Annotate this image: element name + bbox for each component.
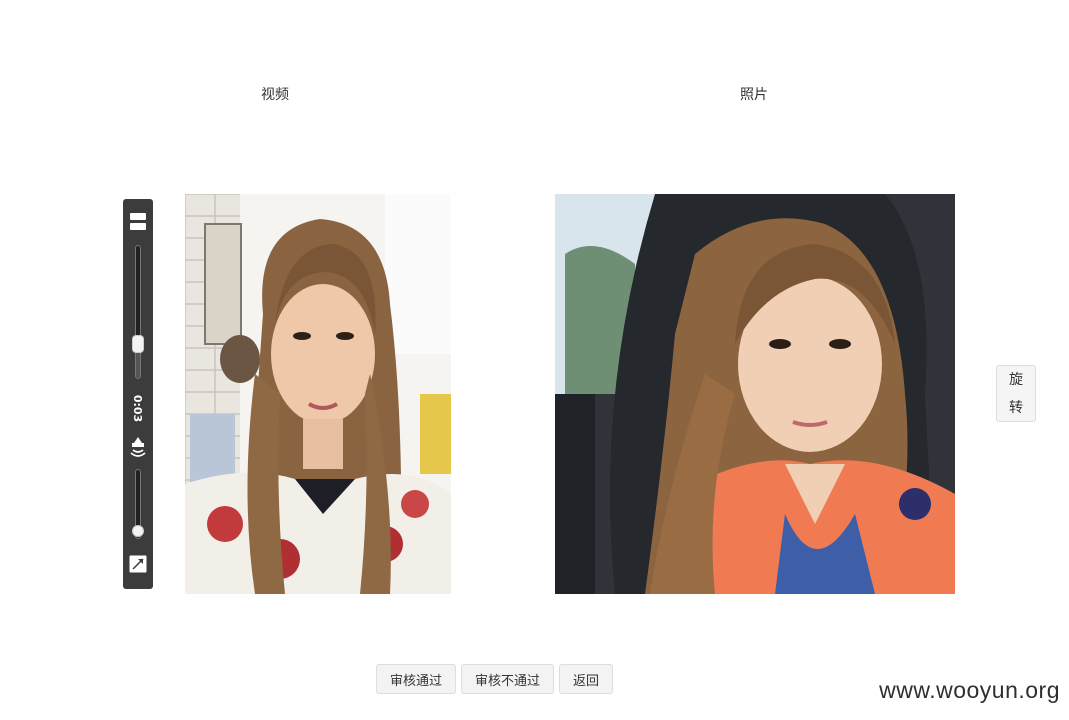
reject-button[interactable]: 审核不通过 xyxy=(461,664,555,694)
pause-icon[interactable] xyxy=(130,213,146,231)
video-label: 视频 xyxy=(261,87,289,103)
playback-time: 0:03 xyxy=(131,394,145,422)
action-buttons: 审核通过 审核不通过 返回 xyxy=(376,664,614,694)
photo-frame[interactable] xyxy=(555,194,955,594)
approve-button[interactable]: 审核通过 xyxy=(376,664,457,694)
photo-label: 照片 xyxy=(740,87,768,103)
back-button[interactable]: 返回 xyxy=(559,664,614,694)
rotate-label-2: 转 xyxy=(1009,399,1023,416)
seek-thumb[interactable] xyxy=(132,335,144,353)
watermark: www.wooyun.org xyxy=(879,677,1060,703)
video-frame[interactable] xyxy=(185,194,451,594)
seek-bar[interactable] xyxy=(135,245,141,379)
video-player-controls: 0:03 xyxy=(123,199,153,589)
volume-icon[interactable] xyxy=(129,435,147,459)
rotate-label-1: 旋 xyxy=(1009,371,1023,388)
fullscreen-icon[interactable] xyxy=(129,555,147,573)
rotate-button[interactable]: 旋 转 xyxy=(996,365,1036,422)
volume-thumb[interactable] xyxy=(132,525,144,537)
